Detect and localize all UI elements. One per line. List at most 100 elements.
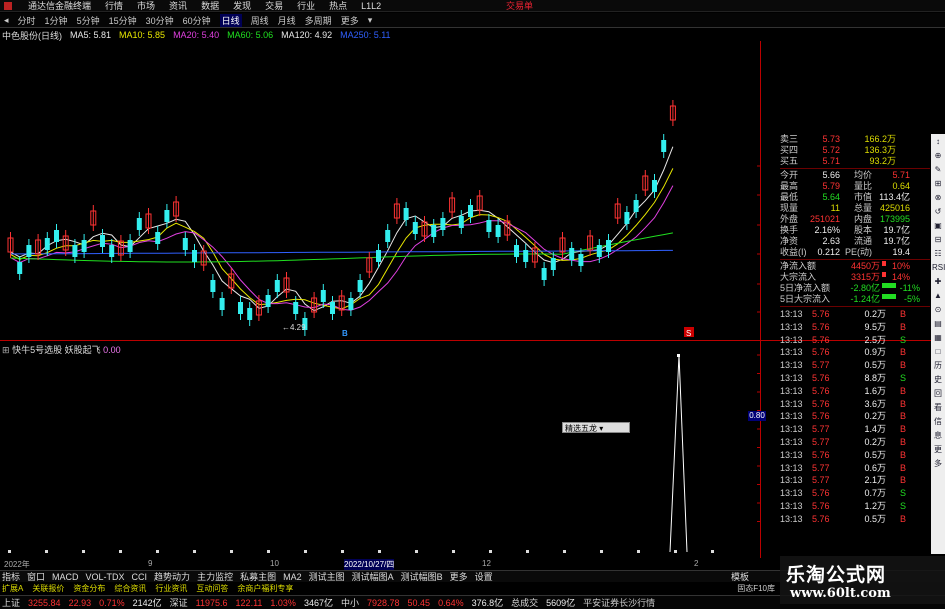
f10-label[interactable]: 固态F10库 xyxy=(737,583,775,594)
tick-price: 5.76 xyxy=(812,411,830,422)
side-tool-icon[interactable]: 回 xyxy=(932,388,944,399)
menu-item-trade[interactable]: 交易 xyxy=(265,0,283,12)
order-book-row[interactable]: 买四 5.72 136.3万 xyxy=(780,145,930,156)
side-tool-icon[interactable]: ⊕ xyxy=(932,150,944,161)
ma-line xyxy=(10,146,674,312)
stat-label: PE(动) xyxy=(844,247,872,257)
side-tool-icon[interactable]: 看 xyxy=(932,402,944,413)
index-pct: 0.71% xyxy=(99,597,125,608)
tick-side: B xyxy=(899,411,906,422)
trade-button[interactable]: 交易单 xyxy=(506,0,533,12)
formula-popup[interactable]: 精选五龙 ▾ xyxy=(562,422,630,433)
side-tool-icon[interactable]: ▲ xyxy=(932,290,944,301)
period-tab-30min[interactable]: 30分钟 xyxy=(146,14,174,27)
side-tool-icon[interactable]: ▣ xyxy=(932,220,944,231)
period-tab-60min[interactable]: 60分钟 xyxy=(183,14,211,27)
indicator-tab[interactable]: MACD xyxy=(52,572,79,582)
candle-down xyxy=(100,235,105,247)
period-tab-monthly[interactable]: 月线 xyxy=(278,14,296,27)
popup-text: 精选五龙 xyxy=(565,424,597,433)
side-tool-icon[interactable]: ↺ xyxy=(932,206,944,217)
period-tab-1min[interactable]: 1分钟 xyxy=(45,14,68,27)
extension-tab[interactable]: 关联报价 xyxy=(32,583,64,594)
side-tool-icon[interactable]: 更 xyxy=(932,444,944,455)
order-book-row[interactable]: 买五 5.71 93.2万 xyxy=(780,156,930,167)
order-book-row[interactable]: 卖三 5.73 166.2万 xyxy=(780,134,930,145)
side-tool-icon[interactable]: ⊞ xyxy=(932,178,944,189)
candle-down xyxy=(127,240,133,252)
version-label[interactable]: L1L2 xyxy=(361,1,381,11)
indicator-tab[interactable]: VOL-TDX xyxy=(86,572,125,582)
side-tool-icon[interactable]: ▦ xyxy=(932,332,944,343)
index-value: 3255.84 xyxy=(28,597,61,608)
menu-item-market[interactable]: 市场 xyxy=(137,0,155,12)
flow-value: -1.24亿 xyxy=(850,294,880,304)
candle-down xyxy=(320,290,326,302)
tick-time: 13:13 xyxy=(780,360,803,371)
candle-down xyxy=(330,302,335,314)
price-chart[interactable]: 5.455.205.004.804.604.40 ←4.29 B S xyxy=(0,40,760,340)
extension-tab[interactable]: 综合资讯 xyxy=(114,583,146,594)
side-tool-icon[interactable]: RSI xyxy=(932,262,945,273)
side-tool-icon[interactable]: 史 xyxy=(932,374,944,385)
index-name[interactable]: 上证 xyxy=(2,596,20,609)
dropdown-icon[interactable]: ▾ xyxy=(368,15,373,26)
side-tool-icon[interactable]: ✚ xyxy=(932,276,944,287)
app-title: 通达信金融终端 xyxy=(28,1,92,11)
side-tool-icon[interactable]: ⊙ xyxy=(932,304,944,315)
signal-dot xyxy=(230,550,233,553)
side-tool-icon[interactable]: ⊟ xyxy=(932,234,944,245)
menu-item-industry[interactable]: 行业 xyxy=(297,0,315,12)
side-tool-icon[interactable]: 多 xyxy=(932,458,944,469)
extension-tab[interactable]: 行业资讯 xyxy=(155,583,187,594)
tick-trade-row: 13:13 5.76 1.2万 S xyxy=(780,500,930,513)
ma-line xyxy=(10,168,674,310)
tick-price: 5.76 xyxy=(812,347,830,358)
side-tool-icon[interactable]: ✎ xyxy=(932,164,944,175)
flow-bar xyxy=(882,283,896,288)
menu-item-quotes[interactable]: 行情 xyxy=(105,0,123,12)
quote-stat-row: 最低 5.64 市值 113.4亿 xyxy=(780,192,930,203)
quote-stat-row: 换手 2.16% 股本 19.7亿 xyxy=(780,225,930,236)
period-tab-daily[interactable]: 日线 xyxy=(219,13,242,27)
tick-price: 5.76 xyxy=(812,334,830,345)
menu-item-discover[interactable]: 发现 xyxy=(233,0,251,12)
candle-down xyxy=(523,250,529,262)
menu-item-data[interactable]: 数据 xyxy=(201,0,219,12)
period-tab-15min[interactable]: 15分钟 xyxy=(109,14,137,27)
indicator-tab[interactable]: CCI xyxy=(132,572,148,582)
period-tab-weekly[interactable]: 周线 xyxy=(251,14,269,27)
side-tool-icon[interactable]: 信 xyxy=(932,416,944,427)
tick-volume: 0.6万 xyxy=(864,462,886,473)
side-tool-icon[interactable]: 历 xyxy=(932,360,944,371)
extension-tab[interactable]: 资金分布 xyxy=(73,583,105,594)
signal-dot xyxy=(637,550,640,553)
index-name[interactable]: 深证 xyxy=(170,596,188,609)
period-tab-5min[interactable]: 5分钟 xyxy=(77,14,100,27)
indicator-tab[interactable]: MA2 xyxy=(283,572,302,582)
index-name[interactable]: 中小 xyxy=(341,596,359,609)
side-tool-icon[interactable]: 息 xyxy=(932,430,944,441)
side-tool-icon[interactable]: ⊗ xyxy=(932,192,944,203)
extension-tab[interactable]: 余商户福利专享 xyxy=(237,583,293,594)
tick-side: S xyxy=(899,334,906,345)
extension-tab[interactable]: 互动问答 xyxy=(196,583,228,594)
side-tool-icon[interactable]: ☷ xyxy=(932,248,944,259)
period-tab-more[interactable]: 更多 xyxy=(341,14,359,27)
period-tab-intraday[interactable]: 分时 xyxy=(18,14,36,27)
period-tab-multi[interactable]: 多周期 xyxy=(305,14,332,27)
candle-down xyxy=(486,220,492,232)
index-value: 7928.78 xyxy=(366,597,400,608)
stat-value: 19.4 xyxy=(892,247,910,257)
flow-pct: -11% xyxy=(899,283,920,293)
side-tool-icon[interactable]: ↕ xyxy=(932,136,944,147)
signal-chart[interactable]: 1.000.900.800.700.600.500.400.300.200.10 xyxy=(0,352,760,559)
side-tool-icon[interactable]: ▤ xyxy=(932,318,944,329)
menu-item-hot[interactable]: 热点 xyxy=(329,0,347,12)
back-icon[interactable]: ◂ xyxy=(4,15,9,26)
menu-item-news[interactable]: 资讯 xyxy=(169,0,187,12)
stat-label: 总量 xyxy=(853,203,872,213)
quote-panel: 卖三 5.73 166.2万 买四 5.72 136.3万 买五 5.71 93.2万 今开 5.… xyxy=(780,134,930,556)
extension-tab[interactable]: 扩展A xyxy=(2,583,23,594)
side-tool-icon[interactable]: □ xyxy=(932,346,944,357)
